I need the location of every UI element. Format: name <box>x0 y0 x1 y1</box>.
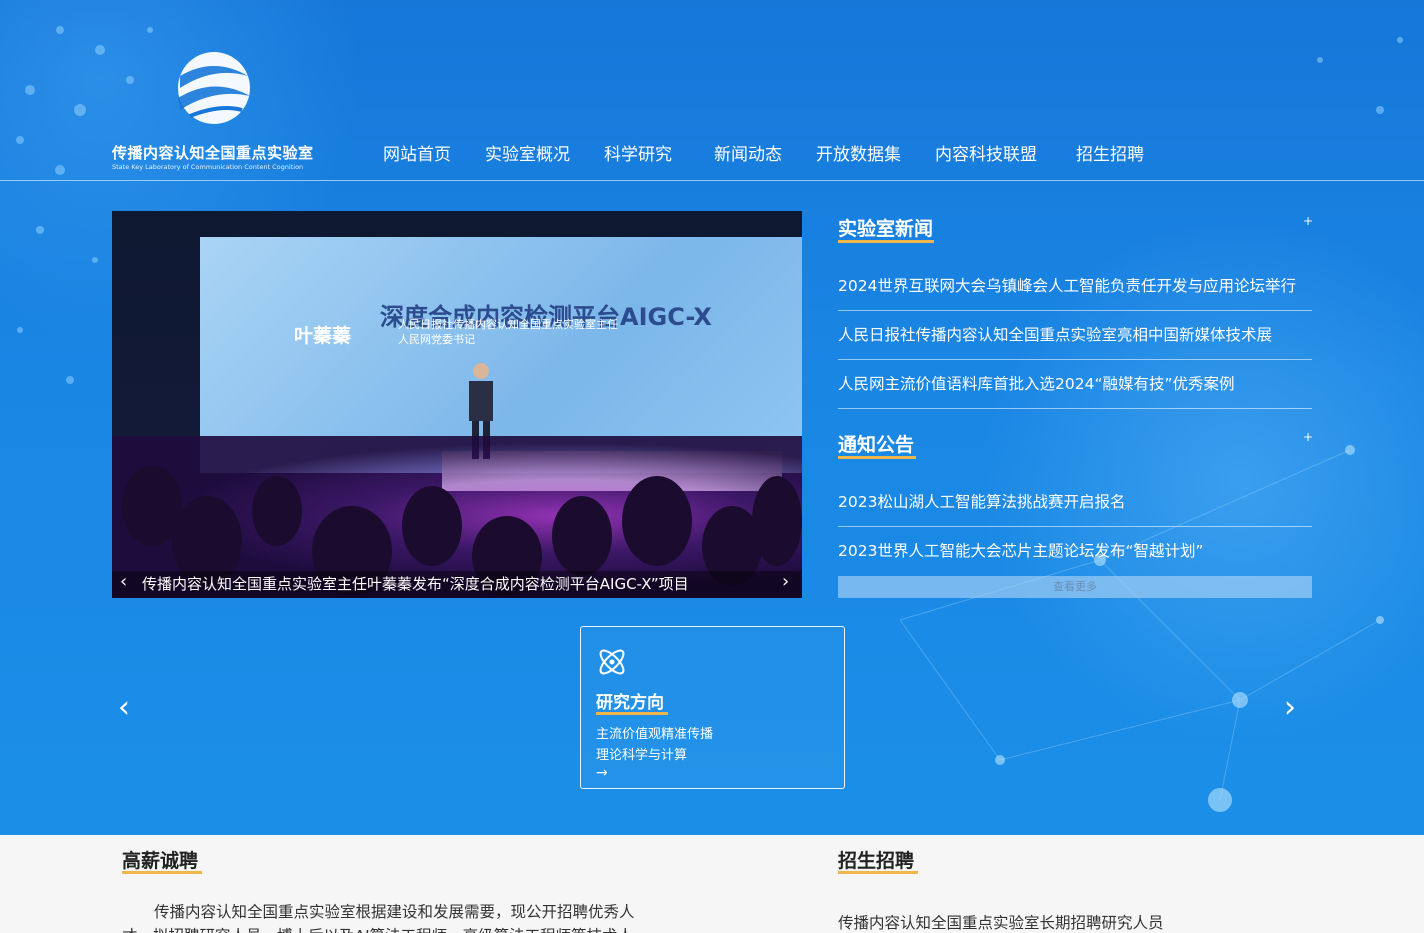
site-logo[interactable]: 传播内容认知全国重点实验室 State Key Laboratory of Co… <box>112 46 332 176</box>
research-title-underline <box>596 712 668 715</box>
nav-item-home[interactable]: 网站首页 <box>366 140 468 170</box>
slide-person-title-line1: 人民日报社传播内容认知全国重点实验室主任 <box>398 318 618 331</box>
nav-item-research[interactable]: 科学研究 <box>587 140 697 170</box>
nav-item-alliance[interactable]: 内容科技联盟 <box>918 140 1059 170</box>
research-direction-card[interactable]: 研究方向 主流价值观精准传播 理论科学与计算 → <box>580 626 845 789</box>
research-line-1: 主流价值观精准传播 <box>596 727 714 742</box>
lab-news-item[interactable]: 2024世界互联网大会乌镇峰会人工智能负责任开发与应用论坛举行 <box>838 262 1312 311</box>
notice-item[interactable]: 2023松山湖人工智能算法挑战赛开启报名 <box>838 478 1312 527</box>
globe-logo-icon <box>178 52 250 124</box>
admissions-underline <box>838 871 918 874</box>
recruit-text: 传播内容认知全国重点实验室根据建设和发展需要，现公开招聘优秀人才，拟招聘研究人员… <box>122 903 635 933</box>
slide-next-button[interactable]: › <box>782 571 789 592</box>
research-prev-button[interactable]: ‹ <box>118 690 130 725</box>
lab-news-item[interactable]: 人民日报社传播内容认知全国重点实验室亮相中国新媒体技术展 <box>838 311 1312 360</box>
lab-news-title: 实验室新闻 <box>838 218 934 240</box>
nav-item-lab-overview[interactable]: 实验室概况 <box>468 140 587 170</box>
header-divider <box>0 180 1424 181</box>
research-line-2: 理论科学与计算 <box>596 748 688 763</box>
slide-prev-button[interactable]: ‹ <box>120 571 127 592</box>
recruit-underline <box>122 871 202 874</box>
lab-news-underline <box>838 240 934 243</box>
main-nav: 网站首页 实验室概况 科学研究 新闻动态 开放数据集 内容科技联盟 招生招聘 <box>366 140 1161 170</box>
notice-item[interactable]: 2023世界人工智能大会芯片主题论坛发布“智越计划” <box>838 527 1312 576</box>
hero-banner: 传播内容认知全国重点实验室 State Key Laboratory of Co… <box>0 0 1424 835</box>
notices-more-button[interactable]: + <box>1303 430 1313 444</box>
notices-title: 通知公告 <box>838 434 915 456</box>
view-more-button[interactable]: 查看更多 <box>838 576 1312 598</box>
slide-person-name: 叶蓁蓁 <box>294 325 352 347</box>
admissions-title: 招生招聘 <box>838 850 915 872</box>
lab-news-item[interactable]: 人民网主流价值语料库首批入选2024“融媒有技”优秀案例 <box>838 360 1312 409</box>
slide-person-title: 人民日报社传播内容认知全国重点实验室主任 人民网党委书记 <box>398 317 618 347</box>
slide-caption[interactable]: 传播内容认知全国重点实验室主任叶蓁蓁发布“深度合成内容检测平台AIGC-X”项目 <box>142 573 689 594</box>
nav-item-recruitment[interactable]: 招生招聘 <box>1059 140 1161 170</box>
notices-underline <box>838 456 916 459</box>
news-slider[interactable]: 深度合成内容检测平台AIGC-X 叶蓁蓁 人民日报社传播内容认知全国重点实验室主… <box>112 211 802 598</box>
nav-item-datasets[interactable]: 开放数据集 <box>799 140 918 170</box>
research-next-button[interactable]: › <box>1284 690 1296 725</box>
logo-title: 传播内容认知全国重点实验室 <box>112 144 314 162</box>
lab-news-more-button[interactable]: + <box>1303 214 1313 228</box>
atom-icon <box>599 649 625 675</box>
slide-person-title-line2: 人民网党委书记 <box>398 333 475 346</box>
admissions-link[interactable]: 传播内容认知全国重点实验室长期招聘研究人员 <box>838 911 1164 933</box>
nav-item-news[interactable]: 新闻动态 <box>697 140 799 170</box>
logo-subtitle: State Key Laboratory of Communication Co… <box>112 163 304 171</box>
research-arrow-icon[interactable]: → <box>596 765 608 781</box>
recruit-title: 高薪诚聘 <box>122 850 199 872</box>
research-title: 研究方向 <box>596 693 664 713</box>
